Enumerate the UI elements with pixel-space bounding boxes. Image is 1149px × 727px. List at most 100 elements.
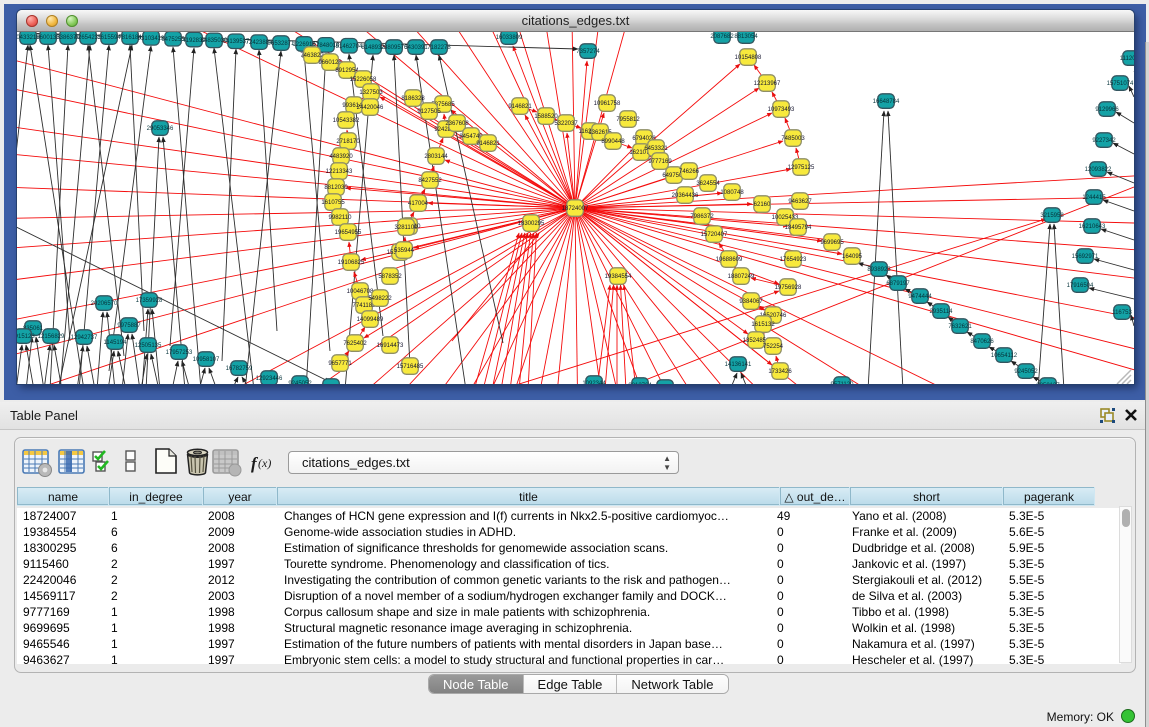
svg-text:752254: 752254 (763, 344, 784, 350)
svg-text:15751074: 15751074 (1107, 81, 1134, 87)
svg-text:10973493: 10973493 (768, 107, 795, 113)
svg-text:17916504: 17916504 (1067, 283, 1094, 289)
svg-text:10688609: 10688609 (716, 257, 743, 263)
svg-text:9127505: 9127505 (417, 109, 441, 115)
svg-text:12975125: 12975125 (788, 165, 815, 171)
svg-text:9975887: 9975887 (117, 323, 141, 329)
svg-text:9129966: 9129966 (1095, 107, 1119, 113)
svg-text:2367608: 2367608 (445, 121, 469, 127)
svg-text:9146821: 9146821 (508, 104, 532, 110)
svg-text:746266: 746266 (679, 169, 700, 175)
svg-text:16210643: 16210643 (1079, 224, 1106, 230)
svg-text:2935114: 2935114 (930, 309, 954, 315)
svg-text:8186328: 8186328 (401, 96, 425, 102)
svg-text:15226058: 15226058 (350, 77, 377, 83)
svg-text:10154808: 10154808 (735, 55, 762, 61)
svg-text:19106825: 19106825 (338, 260, 365, 266)
svg-text:51462704: 51462704 (336, 44, 363, 50)
svg-text:9850137: 9850137 (1036, 383, 1060, 384)
svg-text:18495794: 18495794 (785, 225, 812, 231)
svg-text:10654112: 10654112 (991, 353, 1018, 359)
svg-text:9657771: 9657771 (328, 361, 352, 367)
svg-text:1092344: 1092344 (582, 381, 606, 384)
svg-text:20364436: 20364436 (672, 193, 699, 199)
svg-text:2087682: 2087682 (710, 34, 734, 40)
svg-text:8812764: 8812764 (628, 383, 652, 384)
svg-text:5430391: 5430391 (404, 45, 428, 51)
svg-text:8813054: 8813054 (734, 34, 758, 40)
svg-text:9571120: 9571120 (831, 382, 855, 384)
svg-text:164095: 164095 (842, 254, 863, 260)
svg-text:12923446: 12923446 (256, 376, 283, 382)
svg-text:96532871: 96532871 (268, 41, 295, 47)
svg-text:6453321: 6453321 (644, 146, 668, 152)
svg-text:4483920: 4483920 (329, 154, 353, 160)
svg-text:12213967: 12213967 (754, 81, 781, 87)
svg-text:12505135: 12505135 (135, 343, 162, 349)
svg-text:19384554: 19384554 (605, 274, 632, 280)
svg-text:8470626: 8470626 (970, 339, 994, 345)
svg-text:12942737: 12942737 (71, 335, 98, 341)
svg-text:16033809: 16033809 (496, 35, 523, 41)
svg-text:15716485: 15716485 (397, 364, 424, 370)
svg-text:9474444: 9474444 (908, 294, 932, 300)
svg-text:7357274: 7357274 (576, 49, 600, 55)
svg-text:9146821: 9146821 (476, 141, 500, 147)
svg-text:7955812: 7955812 (616, 117, 640, 123)
svg-text:62160: 62160 (754, 202, 771, 208)
svg-text:10046708: 10046708 (347, 289, 374, 295)
svg-text:7485003: 7485003 (781, 136, 805, 142)
svg-text:9777169: 9777169 (648, 159, 672, 165)
svg-text:19756928: 19756928 (775, 285, 802, 291)
svg-text:12213343: 12213343 (326, 169, 353, 175)
svg-text:9463627: 9463627 (788, 199, 812, 205)
svg-text:12156829: 12156829 (38, 334, 65, 340)
svg-text:8990448: 8990448 (601, 139, 625, 145)
svg-text:5322037: 5322037 (554, 121, 578, 127)
svg-text:2803144: 2803144 (424, 154, 448, 160)
svg-text:18724007: 18724007 (562, 206, 589, 212)
svg-text:1733426: 1733426 (768, 369, 792, 375)
svg-text:9245052: 9245052 (1014, 369, 1038, 375)
svg-text:20206570: 20206570 (91, 301, 118, 307)
svg-text:1615132: 1615132 (751, 322, 775, 328)
svg-text:12093822: 12093822 (1085, 167, 1112, 173)
svg-text:29053346: 29053346 (147, 126, 174, 132)
svg-text:3915123: 3915123 (17, 334, 35, 340)
svg-text:7182278: 7182278 (427, 45, 451, 51)
svg-text:8938923: 8938923 (867, 267, 891, 273)
svg-text:1327503: 1327503 (359, 90, 383, 96)
svg-text:9245052: 9245052 (288, 381, 312, 384)
svg-text:8812030: 8812030 (324, 185, 348, 191)
svg-text:10961758: 10961758 (594, 101, 621, 107)
svg-text:(x): (x) (258, 456, 271, 470)
svg-text:17957253: 17957253 (166, 350, 193, 356)
svg-text:8427552: 8427552 (418, 178, 442, 184)
svg-text:1145194: 1145194 (104, 340, 128, 346)
svg-text:19654955: 19654955 (335, 230, 362, 236)
svg-text:1112063: 1112063 (1120, 56, 1134, 62)
svg-text:7632621: 7632621 (948, 324, 972, 330)
svg-text:16648784: 16648784 (873, 99, 900, 105)
svg-text:18807249: 18807249 (728, 274, 755, 280)
svg-text:1588520: 1588520 (534, 114, 558, 120)
svg-text:7986372: 7986372 (690, 214, 714, 220)
svg-text:9384067: 9384067 (739, 299, 763, 305)
svg-text:17654923: 17654923 (780, 257, 807, 263)
svg-text:10543382: 10543382 (333, 118, 360, 124)
svg-text:116753: 116753 (1112, 310, 1132, 316)
svg-text:15692971: 15692971 (1072, 254, 1099, 260)
svg-text:9227342: 9227342 (1092, 138, 1116, 144)
svg-text:1610755: 1610755 (321, 200, 345, 206)
svg-text:5878352: 5878352 (378, 274, 402, 280)
svg-text:16914473: 16914473 (377, 343, 404, 349)
svg-text:9982110: 9982110 (329, 215, 353, 221)
svg-text:535944: 535944 (394, 248, 415, 254)
svg-text:15720407: 15720407 (701, 232, 728, 238)
svg-text:17359928: 17359928 (136, 298, 163, 304)
svg-text:3281100: 3281100 (395, 225, 419, 231)
svg-text:6879197: 6879197 (886, 281, 910, 287)
svg-text:18300295: 18300295 (518, 221, 545, 227)
svg-text:24420046: 24420046 (357, 105, 384, 111)
svg-text:2718170: 2718170 (336, 139, 360, 145)
